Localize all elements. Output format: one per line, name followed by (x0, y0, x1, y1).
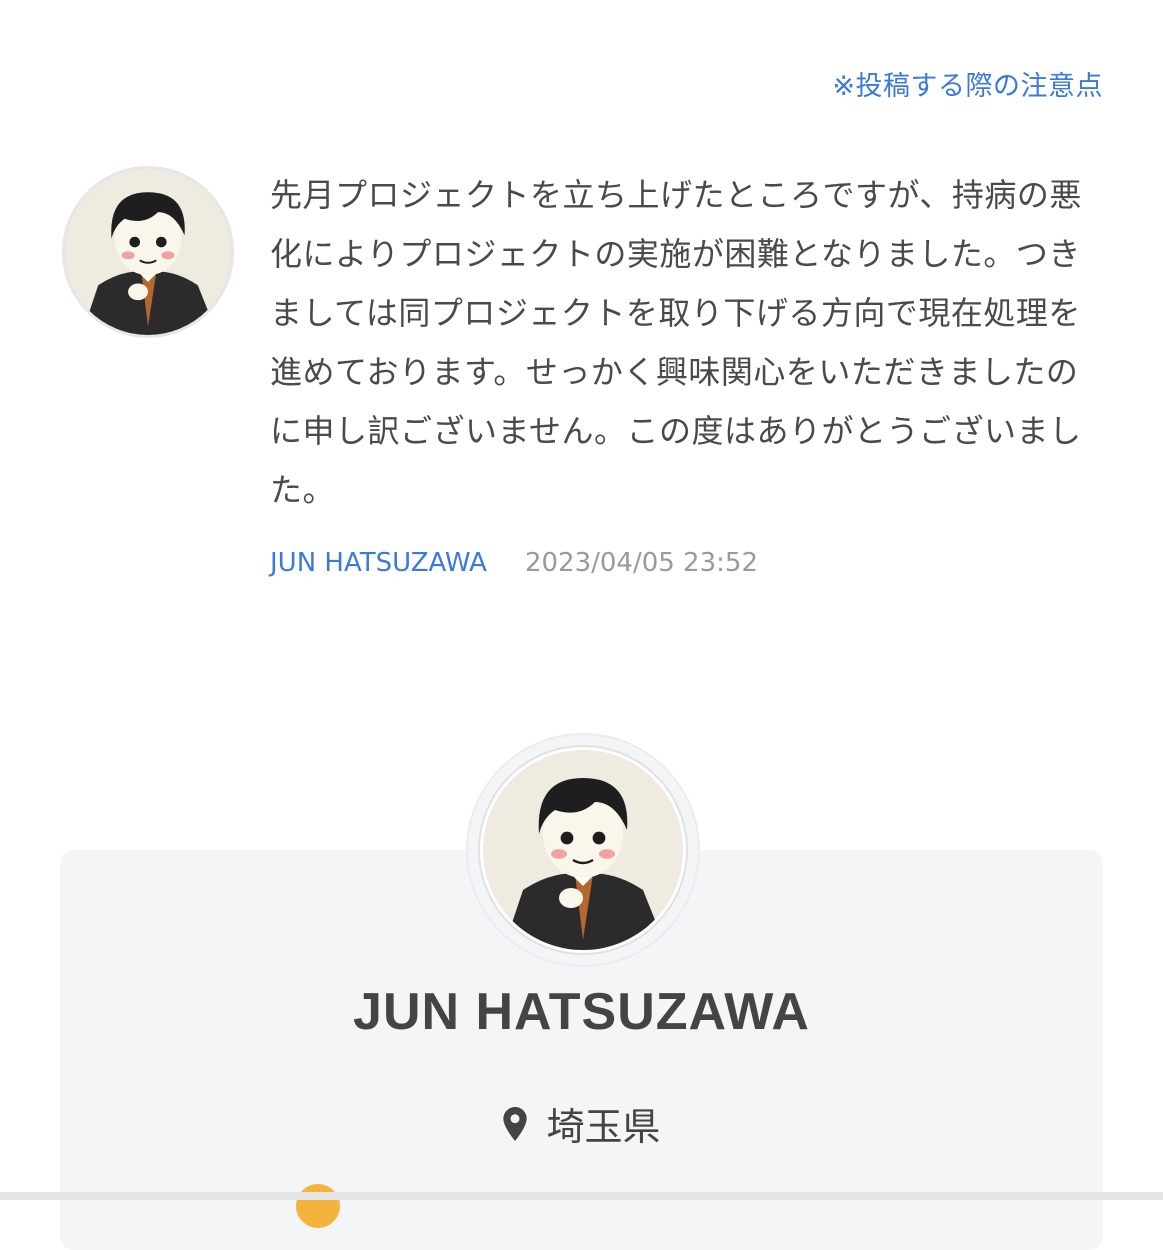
profile-location: 埼玉県 (0, 1096, 1163, 1151)
comment-body: 先月プロジェクトを立ち上げたところですが、持病の悪化によりプロジェクトの実施が困… (270, 166, 1100, 578)
partial-badge-icon (296, 1184, 340, 1228)
avatar-illustration-icon (65, 169, 231, 335)
comment-timestamp: 2023/04/05 23:52 (524, 548, 758, 578)
profile-name: JUN HATSUZAWA (353, 983, 810, 1041)
comment-author-link[interactable]: JUN HATSUZAWA (270, 548, 487, 578)
bottom-divider (0, 1192, 1163, 1200)
profile-avatar-frame (468, 735, 698, 965)
commenter-avatar[interactable] (62, 166, 234, 338)
profile-avatar[interactable] (478, 745, 688, 955)
avatar-illustration-icon (483, 750, 683, 950)
map-pin-icon (502, 1106, 528, 1142)
posting-notice-link[interactable]: ※投稿する際の注意点 (832, 64, 1103, 103)
profile-location-text: 埼玉県 (546, 1105, 661, 1149)
comment-meta: JUN HATSUZAWA 2023/04/05 23:52 (270, 548, 1100, 578)
comment-text: 先月プロジェクトを立ち上げたところですが、持病の悪化によりプロジェクトの実施が困… (270, 176, 1082, 509)
